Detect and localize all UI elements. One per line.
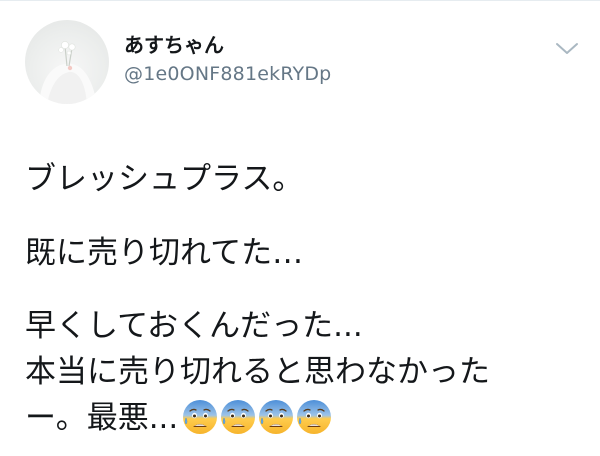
anxious-face-with-sweat-emoji-icon	[221, 400, 256, 434]
tweet-text-line: 本当に売り切れると思わなかった	[25, 354, 490, 390]
emoji-row	[182, 399, 334, 445]
tweet-text-line: 早くしておくんだった...	[25, 308, 363, 344]
anxious-face-with-sweat-emoji-icon	[183, 400, 218, 434]
chevron-down-icon[interactable]	[553, 36, 581, 60]
avatar-flower-image	[39, 41, 97, 104]
anxious-face-with-sweat-emoji-icon	[297, 400, 332, 434]
avatar[interactable]	[25, 20, 109, 104]
user-handle[interactable]: @1e0ONF881ekRYDp	[124, 62, 331, 86]
tweet-text-line-last: ー。最悪...	[25, 398, 334, 445]
tweet-text-fragment: ー。最悪...	[25, 400, 179, 436]
display-name[interactable]: あすちゃん	[124, 32, 224, 58]
top-divider	[0, 0, 600, 1]
tweet-text-line: ブレッシュプラス。	[25, 161, 304, 197]
tweet-text-line: 既に売り切れてた…	[25, 235, 304, 271]
anxious-face-with-sweat-emoji-icon	[259, 400, 294, 434]
